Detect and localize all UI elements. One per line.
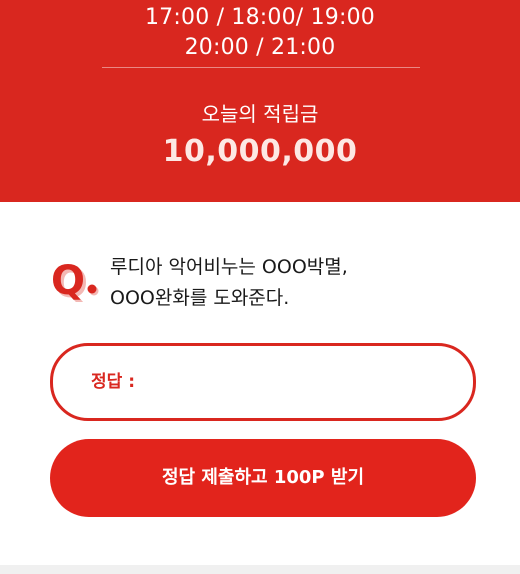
schedule-times-line2: 20:00 / 21:00 [184,35,336,60]
reward-banner: 17:00 / 18:00/ 19:00 20:00 / 21:00 오늘의 적… [0,0,520,202]
question-line2: OOO완화를 도와준다. [110,287,290,309]
q-icon: Q Q [50,256,104,307]
bottom-divider [0,565,520,574]
svg-text:Q: Q [51,258,85,302]
answer-input[interactable] [163,364,453,400]
answer-label: 정답 : [91,372,135,392]
reward-amount: 10,000,000 [162,134,358,169]
quiz-question: 루디아 악어비누는 OOO박멸, OOO완화를 도와준다. [110,252,490,314]
schedule-times-line1: 17:00 / 18:00/ 19:00 [144,5,375,30]
reward-label: 오늘의 적립금 [201,102,319,126]
submit-answer-button[interactable]: 정답 제출하고 100P 받기 [50,439,476,517]
answer-field[interactable]: 정답 : [50,343,476,421]
question-line1: 루디아 악어비누는 OOO박멸, [110,256,348,278]
banner-divider [102,67,420,68]
